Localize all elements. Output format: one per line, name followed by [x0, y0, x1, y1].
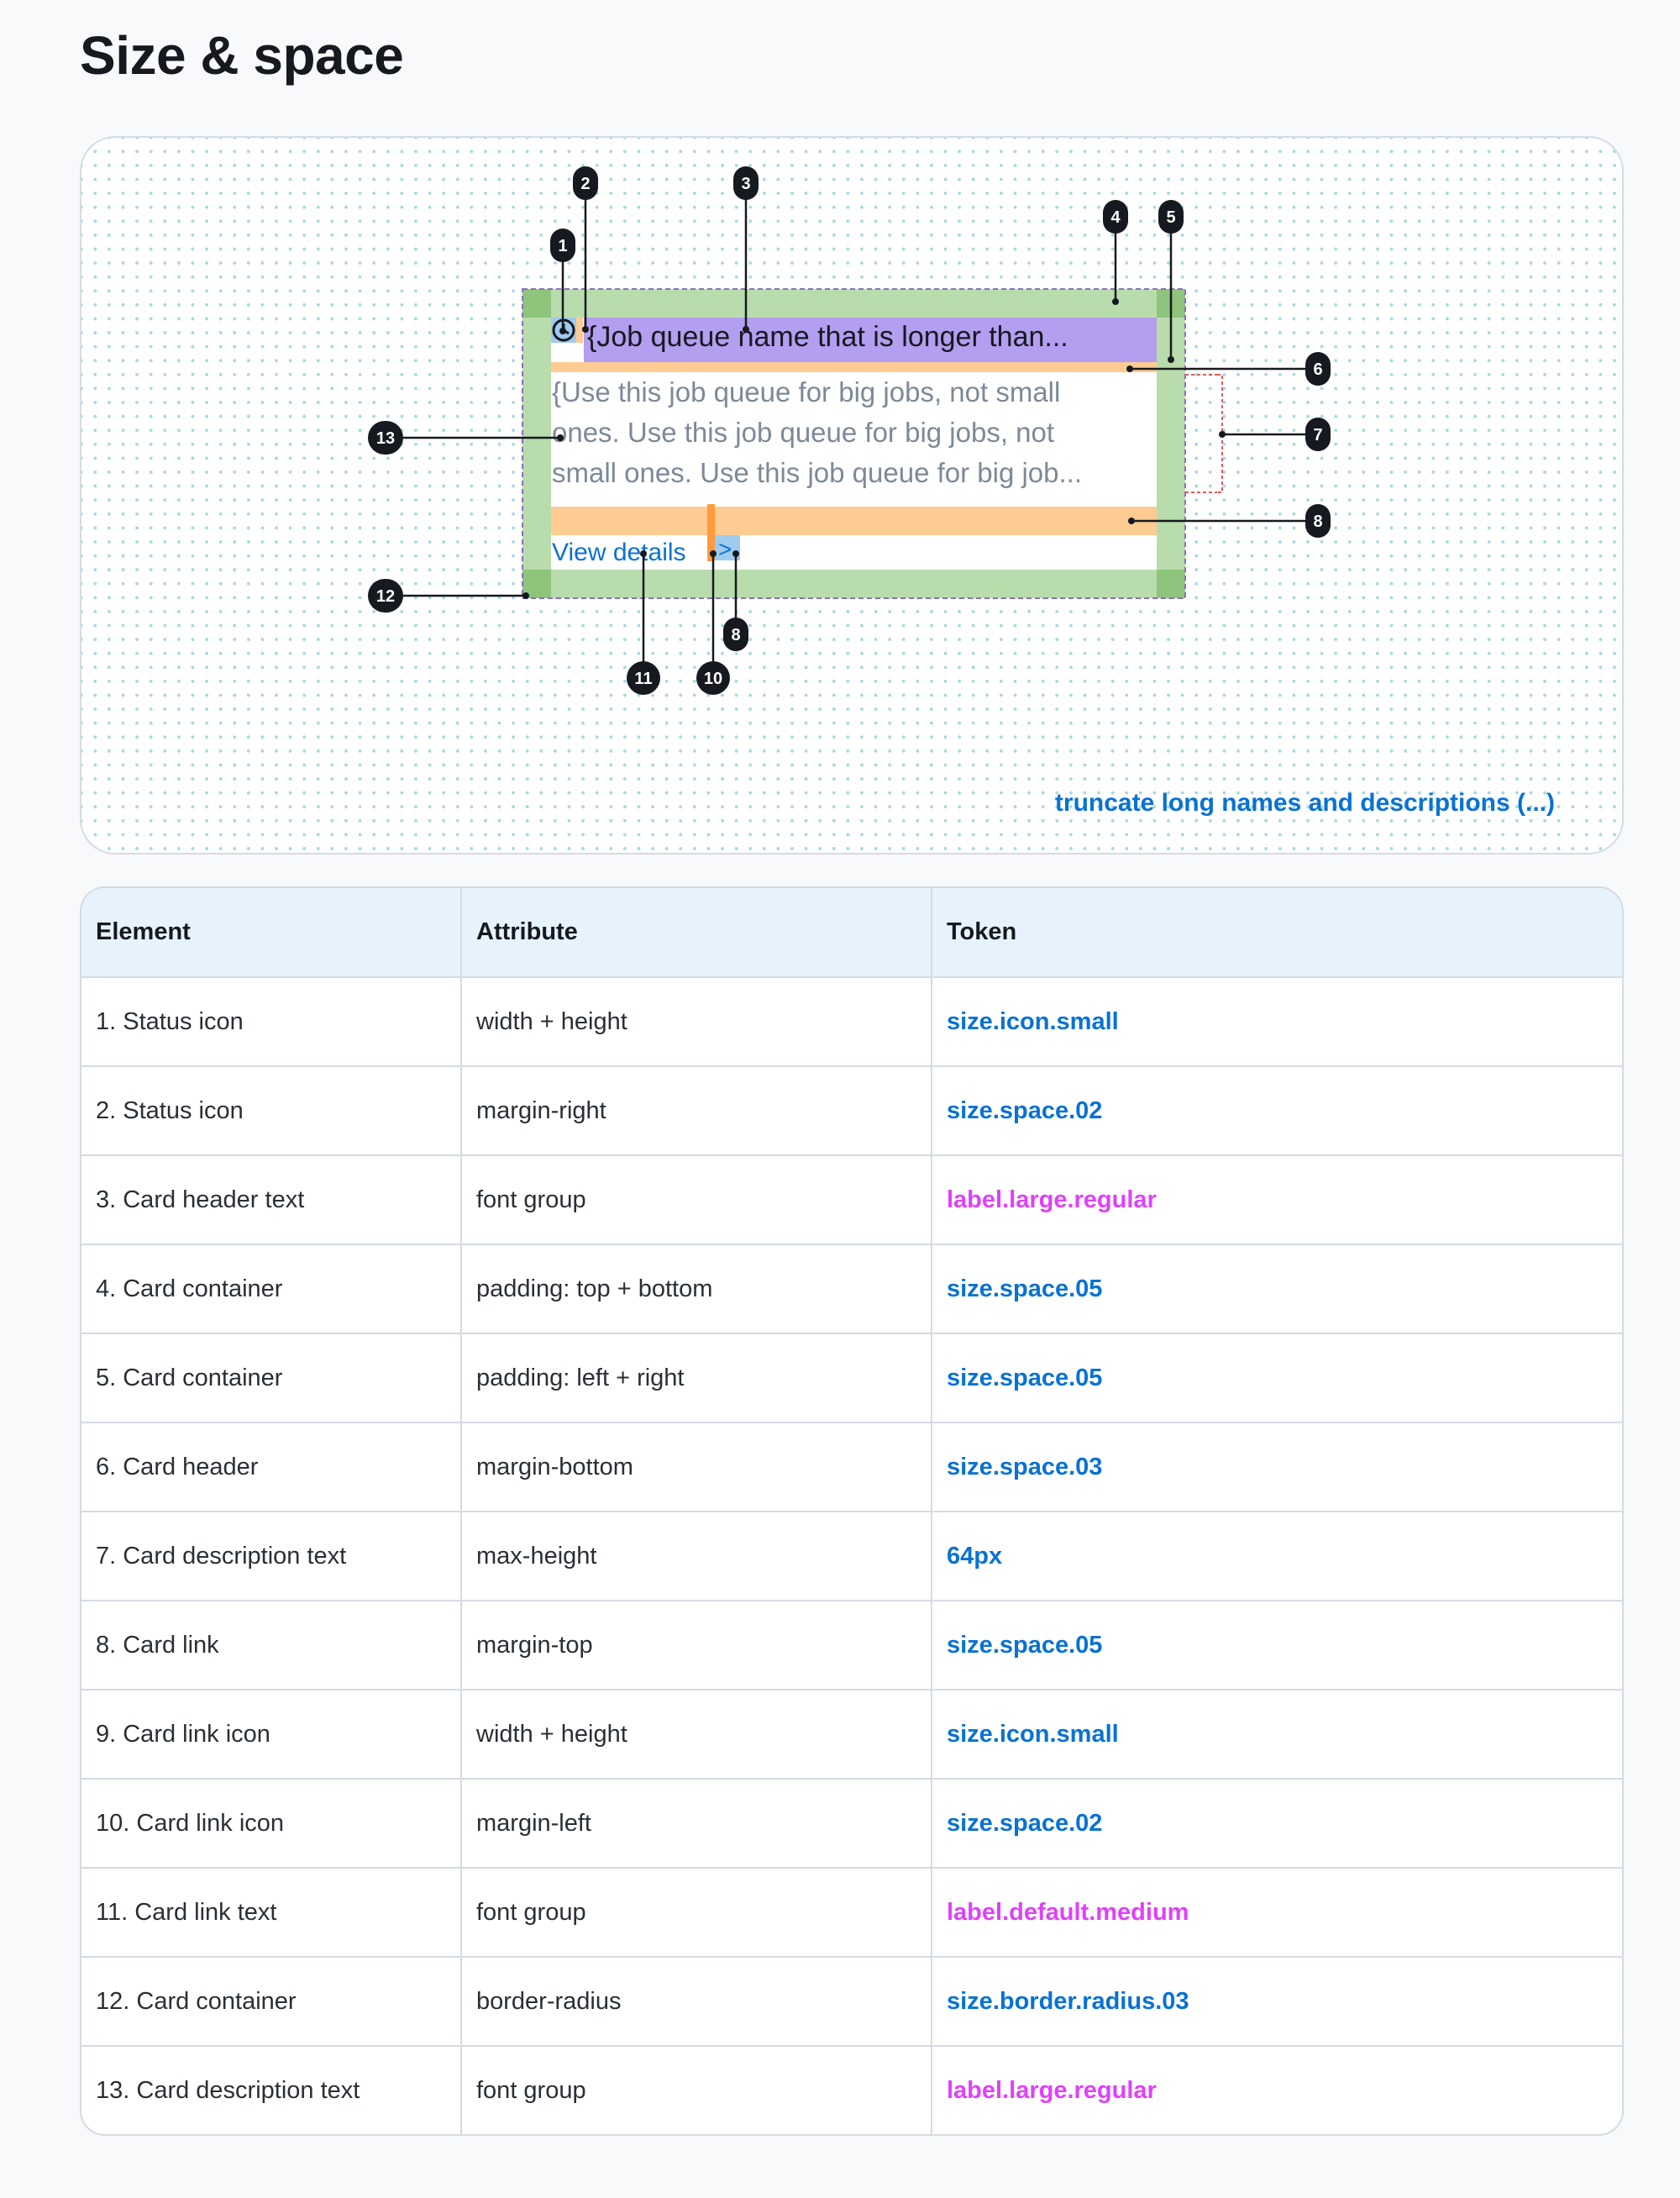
- token-cell: size.border.radius.03: [932, 1957, 1622, 2047]
- element-cell: 9. Card link icon: [81, 1690, 462, 1780]
- chevron-right-icon: >: [718, 536, 732, 562]
- card-description-text: {Use this job queue for big jobs, not sm…: [552, 376, 1082, 488]
- callout-badge: 7: [1305, 418, 1331, 451]
- table-row: 4. Card container padding: top + bottom si…: [81, 1244, 1622, 1334]
- svg-text:13: 13: [376, 429, 395, 448]
- status-icon-margin: [576, 318, 583, 343]
- card-link-margin: [551, 507, 1157, 535]
- svg-text:4: 4: [1110, 208, 1121, 227]
- card-padding-corner: [522, 289, 551, 318]
- callout-badge: 11: [627, 661, 660, 695]
- card-link-text: View details: [552, 539, 686, 566]
- token-cell: size.space.03: [932, 1422, 1622, 1512]
- callout-badge: 2: [573, 166, 598, 200]
- max-height-bracket: [1185, 374, 1223, 493]
- column-header-token: Token: [932, 888, 1622, 978]
- svg-text:10: 10: [704, 670, 722, 688]
- card-header-text: {Job queue name that is longer than...: [587, 321, 1068, 353]
- svg-text:6: 6: [1313, 360, 1322, 379]
- spec-table: Element Attribute Token 1. Status icon wi…: [81, 888, 1622, 2134]
- table-header-row: Element Attribute Token: [81, 888, 1622, 978]
- attribute-cell: font group: [461, 1155, 932, 1245]
- callout-badge: 3: [733, 166, 759, 200]
- callout-badge: 1: [550, 229, 575, 262]
- column-header-attribute: Attribute: [461, 888, 932, 978]
- token-cell: size.space.05: [932, 1333, 1622, 1423]
- svg-text:7: 7: [1313, 426, 1322, 444]
- anatomy-diagram: {Job queue name that is longer than... {…: [368, 166, 1331, 695]
- table-row: 12. Card container border-radius size.bord…: [81, 1957, 1622, 2047]
- callout-badge: 5: [1158, 200, 1184, 234]
- table-row: 6. Card header margin-bottom size.space.03: [81, 1422, 1622, 1512]
- callout-badge: 6: [1305, 352, 1331, 386]
- table-row: 13. Card description text font group label…: [81, 2046, 1622, 2134]
- svg-text:11: 11: [634, 670, 652, 688]
- token-cell: size.space.05: [932, 1244, 1622, 1334]
- callout-badge: 10: [696, 661, 730, 695]
- callout-badge: 12: [368, 579, 403, 613]
- attribute-cell: margin-right: [461, 1066, 932, 1156]
- svg-text:2: 2: [580, 175, 590, 193]
- card-padding-corner: [1157, 570, 1185, 598]
- token-cell: size.icon.small: [932, 977, 1622, 1067]
- truncation-caption: truncate long names and descriptions (..…: [1054, 789, 1555, 817]
- element-cell: 6. Card header: [81, 1422, 462, 1512]
- token-cell: 64px: [932, 1512, 1622, 1601]
- token-cell: size.icon.small: [932, 1690, 1622, 1780]
- element-cell: 5. Card container: [81, 1333, 462, 1423]
- element-cell: 8. Card link: [81, 1601, 462, 1691]
- callout-badge: 8: [723, 618, 748, 651]
- spec-table-container: Element Attribute Token 1. Status icon wi…: [80, 886, 1624, 2136]
- token-cell: label.default.medium: [932, 1868, 1622, 1958]
- attribute-cell: font group: [461, 1868, 932, 1958]
- table-row: 8. Card link margin-top size.space.05: [81, 1601, 1622, 1691]
- table-row: 7. Card description text max-height 64px: [81, 1512, 1622, 1601]
- callout-badge: 13: [368, 421, 403, 455]
- token-cell: size.space.05: [932, 1601, 1622, 1691]
- page-title: Size & space: [80, 25, 404, 86]
- svg-text:8: 8: [731, 626, 740, 644]
- svg-text:3: 3: [741, 175, 750, 193]
- svg-text:5: 5: [1166, 208, 1175, 227]
- element-cell: 4. Card container: [81, 1244, 462, 1334]
- attribute-cell: padding: left + right: [461, 1333, 932, 1423]
- attribute-cell: margin-left: [461, 1779, 932, 1869]
- element-cell: 13. Card description text: [81, 2046, 462, 2134]
- callout-badge: 4: [1103, 200, 1128, 234]
- svg-text:1: 1: [558, 237, 567, 255]
- anatomy-diagram-panel: {Job queue name that is longer than... {…: [80, 136, 1624, 854]
- attribute-cell: margin-bottom: [461, 1422, 932, 1512]
- attribute-cell: width + height: [461, 977, 932, 1067]
- table-row: 3. Card header text font group label.large…: [81, 1155, 1622, 1245]
- svg-text:8: 8: [1313, 513, 1322, 531]
- callout-badge: 8: [1305, 504, 1331, 538]
- element-cell: 1. Status icon: [81, 977, 462, 1067]
- element-cell: 12. Card container: [81, 1957, 462, 2047]
- attribute-cell: font group: [461, 2046, 932, 2134]
- column-header-element: Element: [81, 888, 462, 978]
- attribute-cell: padding: top + bottom: [461, 1244, 932, 1334]
- attribute-cell: border-radius: [461, 1957, 932, 2047]
- svg-text:12: 12: [376, 587, 395, 606]
- token-cell: label.large.regular: [947, 2077, 1157, 2104]
- token-cell: size.space.02: [932, 1066, 1622, 1156]
- table-row: 11. Card link text font group label.defaul…: [81, 1868, 1622, 1958]
- attribute-cell: max-height: [461, 1512, 932, 1601]
- card-header-margin: [551, 362, 1157, 372]
- table-row: 9. Card link icon width + height size.icon…: [81, 1690, 1622, 1780]
- table-row: 5. Card container padding: left + right si…: [81, 1333, 1622, 1423]
- element-cell: 11. Card link text: [81, 1868, 462, 1958]
- token-cell: label.large.regular: [932, 1155, 1622, 1245]
- element-cell: 2. Status icon: [81, 1066, 462, 1156]
- element-cell: 7. Card description text: [81, 1512, 462, 1601]
- token-cell: size.space.02: [932, 1779, 1622, 1869]
- attribute-cell: width + height: [461, 1690, 932, 1780]
- table-row: 2. Status icon margin-right size.space.02: [81, 1066, 1622, 1156]
- element-cell: 10. Card link icon: [81, 1779, 462, 1869]
- table-row: 10. Card link icon margin-left size.space.…: [81, 1779, 1622, 1869]
- attribute-cell: margin-top: [461, 1601, 932, 1691]
- element-cell: 3. Card header text: [81, 1155, 462, 1245]
- table-row: 1. Status icon width + height size.icon.sm…: [81, 977, 1622, 1067]
